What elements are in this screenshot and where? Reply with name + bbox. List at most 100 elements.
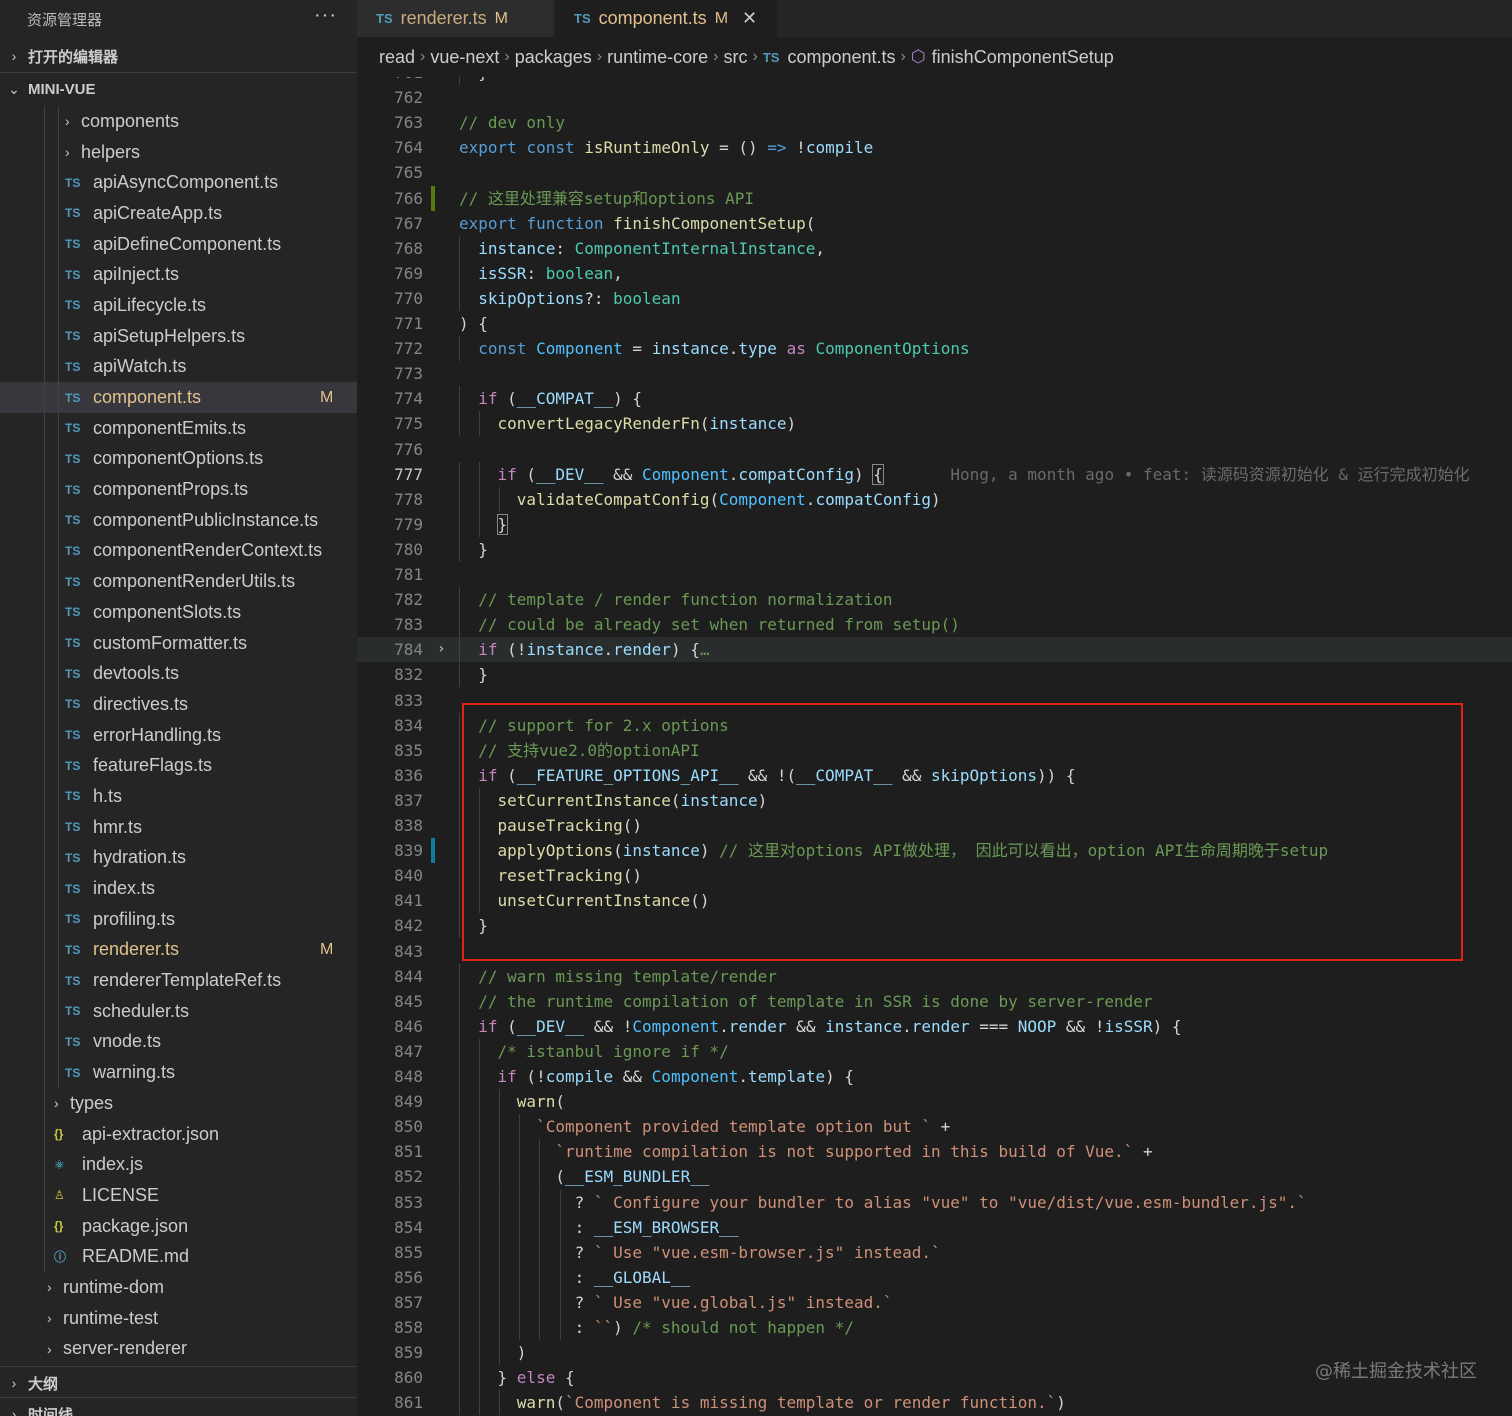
code-line[interactable]: 771) { — [357, 311, 1512, 336]
code-line[interactable]: 846 if (__DEV__ && !Component.render && … — [357, 1013, 1512, 1039]
code-line[interactable]: 861 warn(`Component is missing template … — [357, 1390, 1512, 1416]
code-line[interactable]: 857 ? ` Use "vue.global.js" instead.` — [357, 1289, 1512, 1315]
breadcrumb-symbol[interactable]: finishComponentSetup — [932, 47, 1114, 68]
tree-file[interactable]: {} package.json — [0, 1210, 357, 1242]
code-line[interactable]: 780 } — [357, 536, 1512, 562]
tree-folder[interactable]: › runtime-dom — [0, 1272, 357, 1303]
tree-file[interactable]: ⚛ index.js — [0, 1149, 357, 1181]
code-line[interactable]: 766 // 这里处理兼容setup和options API — [357, 185, 1512, 211]
tree-folder[interactable]: › runtime-test — [0, 1303, 357, 1334]
code-line[interactable]: 769 isSSR: boolean, — [357, 260, 1512, 286]
code-line[interactable]: 770 skipOptions?: boolean — [357, 285, 1512, 311]
tree-file[interactable]: TS renderer.ts M — [0, 934, 357, 966]
code-line[interactable]: 851 `runtime compilation is not supporte… — [357, 1139, 1512, 1165]
tree-file[interactable]: TS apiDefineComponent.ts — [0, 228, 357, 260]
tree-file[interactable]: TS componentRenderUtils.ts — [0, 566, 357, 597]
tree-folder[interactable]: › components — [0, 106, 357, 137]
code-line[interactable]: 843 — [357, 939, 1512, 964]
tree-file[interactable]: {} api-extractor.json — [0, 1118, 357, 1150]
code-line[interactable]: 854 : __ESM_BROWSER__ — [357, 1214, 1512, 1240]
breadcrumb-item[interactable]: runtime-core — [607, 47, 708, 68]
tree-file[interactable]: TS vnode.ts — [0, 1026, 357, 1058]
tree-file[interactable]: TS rendererTemplateRef.ts — [0, 965, 357, 996]
outline-section[interactable]: › 大纲 — [0, 1367, 357, 1399]
tree-file[interactable]: TS hydration.ts — [0, 842, 357, 874]
tree-file[interactable]: TS apiLifecycle.ts — [0, 290, 357, 321]
git-change-marker[interactable] — [431, 185, 435, 211]
code-line[interactable]: 761 } — [357, 77, 1512, 85]
tree-file[interactable]: TS componentProps.ts — [0, 474, 357, 505]
tree-file[interactable]: TS apiWatch.ts — [0, 351, 357, 383]
code-line[interactable]: 832 } — [357, 662, 1512, 688]
breadcrumb-item[interactable]: read — [379, 47, 415, 68]
tree-file[interactable]: TS errorHandling.ts — [0, 719, 357, 751]
tree-folder[interactable]: › helpers — [0, 136, 357, 168]
code-line[interactable]: 840 resetTracking() — [357, 863, 1512, 889]
code-line[interactable]: 768 instance: ComponentInternalInstance, — [357, 235, 1512, 261]
more-actions-icon[interactable]: ··· — [314, 4, 337, 27]
tree-file[interactable]: ♙ LICENSE — [0, 1180, 357, 1211]
code-line[interactable]: 848 if (!compile && Component.template) … — [357, 1064, 1512, 1089]
code-line[interactable]: 776 — [357, 437, 1512, 462]
code-line[interactable]: 772 const Component = instance.type as C… — [357, 336, 1512, 362]
breadcrumb-item[interactable]: packages — [515, 47, 592, 68]
tab-component-ts[interactable]: TS component.ts M ✕ — [555, 0, 777, 37]
code-line[interactable]: 774 if (__COMPAT__) { — [357, 386, 1512, 412]
tree-file[interactable]: TS hmr.ts — [0, 811, 357, 843]
workspace-section[interactable]: ⌄ MINI-VUE — [0, 73, 357, 105]
code-line[interactable]: 850 `Component provided template option … — [357, 1114, 1512, 1140]
code-line[interactable]: 775 convertLegacyRenderFn(instance) — [357, 411, 1512, 437]
code-line[interactable]: 836 if (__FEATURE_OPTIONS_API__ && !(__C… — [357, 762, 1512, 788]
tree-file[interactable]: TS scheduler.ts — [0, 995, 357, 1027]
code-line[interactable]: 837 setCurrentInstance(instance) — [357, 787, 1512, 813]
code-line[interactable]: 764 export const isRuntimeOnly = () => !c… — [357, 135, 1512, 160]
code-line[interactable]: 833 — [357, 688, 1512, 713]
tree-file[interactable]: TS profiling.ts — [0, 903, 357, 935]
tree-folder[interactable]: › server-renderer — [0, 1334, 357, 1365]
code-line[interactable]: 849 warn( — [357, 1089, 1512, 1115]
tab-renderer-ts[interactable]: TS renderer.ts M — [357, 0, 553, 37]
code-line[interactable]: 773 — [357, 361, 1512, 386]
code-line[interactable]: 852 (__ESM_BUNDLER__ — [357, 1164, 1512, 1190]
tree-file[interactable]: TS apiSetupHelpers.ts — [0, 320, 357, 352]
code-line[interactable]: 782 // template / render function normal… — [357, 587, 1512, 613]
code-line[interactable]: 838 pauseTracking() — [357, 813, 1512, 838]
code-line[interactable]: 765 — [357, 160, 1512, 185]
tree-file[interactable]: TS warning.ts — [0, 1057, 357, 1088]
close-icon[interactable]: ✕ — [742, 8, 757, 29]
code-line[interactable]: 853 ? ` Configure your bundler to alias … — [357, 1189, 1512, 1215]
code-line[interactable]: 845 // the runtime compilation of templa… — [357, 988, 1512, 1014]
code-editor[interactable]: 761 } 762 763 // dev only 764 export const is… — [357, 77, 1512, 1416]
tree-file[interactable]: TS apiCreateApp.ts — [0, 198, 357, 229]
code-line[interactable]: 844 // warn missing template/render — [357, 963, 1512, 989]
code-line[interactable]: 842 } — [357, 913, 1512, 939]
code-line[interactable]: 835 // 支持vue2.0的optionAPI — [357, 737, 1512, 763]
tree-file[interactable]: TS featureFlags.ts — [0, 750, 357, 782]
code-line[interactable]: 781 — [357, 562, 1512, 587]
code-line[interactable]: 779 } — [357, 511, 1512, 537]
code-line[interactable]: 847 /* istanbul ignore if */ — [357, 1038, 1512, 1064]
code-line[interactable]: 858 : ``) /* should not happen */ — [357, 1315, 1512, 1340]
breadcrumb-file[interactable]: component.ts — [787, 47, 895, 68]
tree-file[interactable]: TS apiAsyncComponent.ts — [0, 167, 357, 199]
code-line[interactable]: 841 unsetCurrentInstance() — [357, 888, 1512, 914]
fold-chevron-icon[interactable]: › — [437, 637, 445, 662]
tree-file[interactable]: ⓘ README.md — [0, 1241, 357, 1273]
code-line[interactable]: 834 // support for 2.x options — [357, 712, 1512, 738]
breadcrumb-item[interactable]: vue-next — [430, 47, 499, 68]
tree-file[interactable]: TS index.ts — [0, 873, 357, 904]
code-line[interactable]: 777 if (__DEV__ && Component.compatConfi… — [357, 461, 1512, 487]
tree-file[interactable]: TS directives.ts — [0, 689, 357, 720]
timeline-section[interactable]: › 时间线 — [0, 1398, 357, 1416]
tree-folder[interactable]: › types — [0, 1088, 357, 1119]
tree-file[interactable]: TS componentSlots.ts — [0, 597, 357, 628]
tree-file[interactable]: TS componentRenderContext.ts — [0, 535, 357, 567]
code-line[interactable]: 855 ? ` Use "vue.esm-browser.js" instead… — [357, 1239, 1512, 1265]
code-line[interactable]: 763 // dev only — [357, 110, 1512, 135]
code-line[interactable]: 778 validateCompatConfig(Component.compa… — [357, 486, 1512, 512]
tree-file[interactable]: TS h.ts — [0, 781, 357, 812]
git-change-marker[interactable] — [431, 838, 435, 864]
breadcrumb-item[interactable]: src — [723, 47, 747, 68]
code-line[interactable]: 783 // could be already set when returne… — [357, 612, 1512, 638]
code-line[interactable]: 762 — [357, 85, 1512, 110]
